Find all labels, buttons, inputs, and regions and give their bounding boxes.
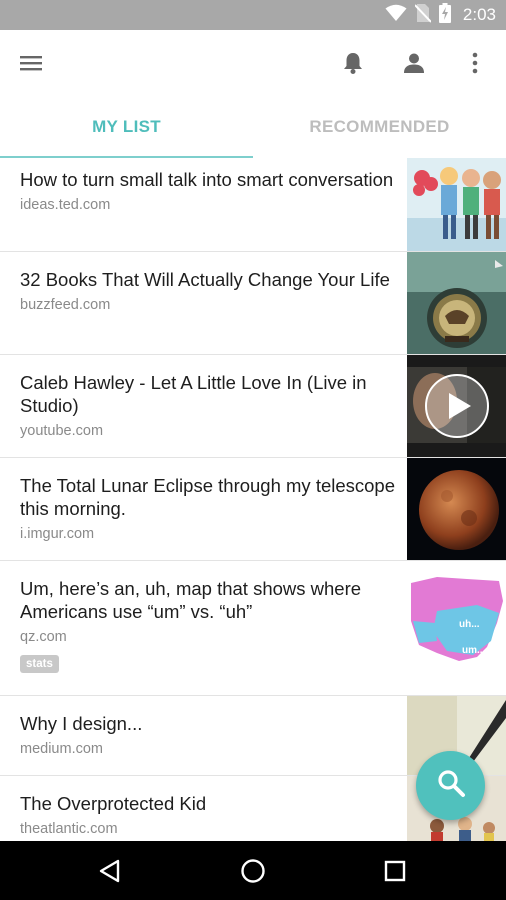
list-item[interactable]: 32 Books That Will Actually Change Your …: [0, 252, 506, 355]
article-domain: youtube.com: [20, 423, 104, 439]
status-icons: 2:03: [385, 0, 496, 30]
article-thumbnail: [407, 355, 506, 457]
recents-icon[interactable]: [377, 853, 413, 889]
tab-label: RECOMMENDED: [309, 116, 450, 136]
wifi-icon: [385, 4, 407, 27]
account-icon[interactable]: [399, 48, 429, 78]
no-sim-icon: [414, 3, 432, 28]
back-icon[interactable]: [92, 853, 128, 889]
article-title: Why I design...: [20, 713, 143, 734]
article-title: 32 Books That Will Actually Change Your …: [20, 269, 390, 290]
article-thumbnail: [407, 458, 506, 560]
clock: 2:03: [462, 5, 496, 24]
tab-bar: MY LIST RECOMMENDED: [0, 95, 506, 159]
article-thumbnail: uh... um...: [407, 561, 506, 695]
article-title: How to turn small talk into smart conver…: [20, 169, 394, 190]
article-title: The Total Lunar Eclipse through my teles…: [20, 475, 396, 519]
tag-badge[interactable]: stats: [20, 655, 59, 673]
article-list[interactable]: How to turn small talk into smart conver…: [0, 158, 506, 841]
list-item[interactable]: Um, here’s an, uh, map that shows where …: [0, 561, 506, 696]
article-domain: buzzfeed.com: [20, 297, 111, 313]
tab-label: MY LIST: [92, 116, 161, 136]
article-domain: qz.com: [20, 629, 67, 645]
list-item[interactable]: The Total Lunar Eclipse through my teles…: [0, 458, 506, 561]
map-label-uh: uh...: [459, 619, 480, 630]
tab-my-list[interactable]: MY LIST: [0, 95, 253, 158]
battery-charging-icon: [438, 2, 451, 28]
search-icon: [436, 768, 466, 803]
map-label-um: um...: [462, 645, 486, 656]
article-thumbnail: [407, 252, 506, 354]
article-domain: theatlantic.com: [20, 821, 118, 837]
menu-icon[interactable]: [16, 48, 46, 78]
home-icon[interactable]: [235, 853, 271, 889]
article-thumbnail: [407, 158, 506, 251]
article-domain: medium.com: [20, 741, 103, 757]
article-title: Caleb Hawley - Let A Little Love In (Liv…: [20, 372, 367, 416]
tab-recommended[interactable]: RECOMMENDED: [253, 95, 506, 158]
article-title: The Overprotected Kid: [20, 793, 207, 814]
app-bar: [0, 30, 506, 95]
notifications-bell-icon[interactable]: [338, 48, 368, 78]
overflow-menu-icon[interactable]: [460, 48, 490, 78]
article-domain: ideas.ted.com: [20, 197, 111, 213]
status-bar: 2:03: [0, 0, 506, 30]
search-fab[interactable]: [416, 751, 485, 820]
navigation-bar: [0, 841, 506, 900]
list-item[interactable]: How to turn small talk into smart conver…: [0, 158, 506, 252]
article-domain: i.imgur.com: [20, 526, 95, 542]
article-title: Um, here’s an, uh, map that shows where …: [20, 578, 362, 622]
list-item[interactable]: Caleb Hawley - Let A Little Love In (Liv…: [0, 355, 506, 458]
